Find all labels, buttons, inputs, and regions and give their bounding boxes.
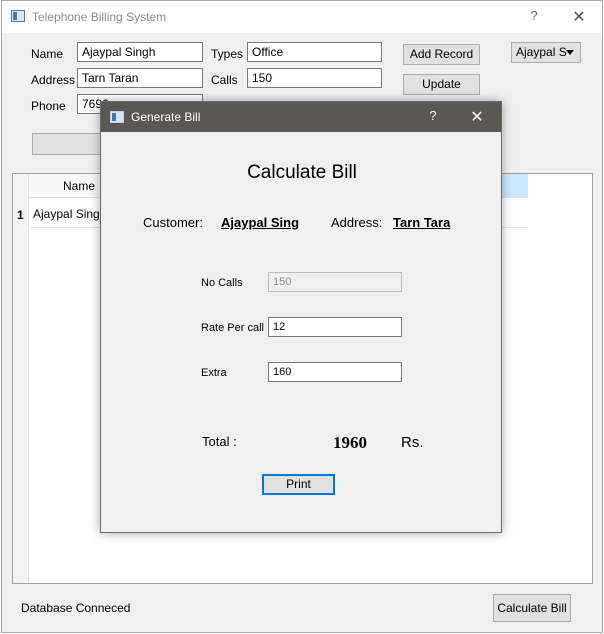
dialog-title: Generate Bill [131, 110, 201, 124]
total-label: Total : [202, 434, 237, 449]
dialog-titlebar: Generate Bill ? ✕ [101, 102, 501, 132]
status-text: Database Conneced [21, 601, 131, 615]
no-calls-label: No Calls [201, 277, 243, 289]
row-number: 1 [17, 208, 24, 222]
customer-value: Ajaypal Sing [221, 215, 300, 230]
customer-select-value: Ajaypal S [516, 45, 567, 59]
calculate-bill-button[interactable]: Calculate Bill [493, 594, 571, 622]
name-field[interactable]: Ajaypal Singh [77, 42, 203, 62]
main-titlebar: Telephone Billing System ? ✕ [2, 1, 602, 33]
total-unit: Rs. [401, 434, 424, 451]
address-value-dialog: Tarn Tara [393, 215, 451, 230]
rate-per-call-label: Rate Per call [201, 322, 264, 334]
app-icon [11, 10, 25, 22]
column-header-name[interactable]: Name [63, 179, 95, 193]
rate-per-call-field[interactable]: 12 [268, 317, 402, 337]
dialog-help-icon[interactable]: ? [425, 108, 441, 123]
types-label: Types [211, 47, 244, 61]
name-label: Name [31, 47, 64, 61]
extra-label: Extra [201, 367, 227, 379]
print-button[interactable]: Print [262, 474, 335, 495]
update-button[interactable]: Update [403, 74, 480, 95]
dialog-app-icon [110, 111, 124, 123]
cell-name: Ajaypal Singh [33, 207, 107, 221]
window-title: Telephone Billing System [32, 10, 167, 24]
address-field[interactable]: Tarn Taran [77, 68, 203, 88]
customer-label: Customer: [143, 215, 203, 230]
dialog-close-icon[interactable]: ✕ [468, 107, 486, 127]
total-value: 1960 [333, 433, 367, 452]
add-record-button[interactable]: Add Record [403, 44, 480, 65]
row-header-column [13, 174, 29, 583]
address-label-dialog: Address: [331, 215, 383, 230]
calls-field[interactable]: 150 [247, 68, 382, 88]
no-calls-field: 150 [268, 272, 402, 292]
extra-field[interactable]: 160 [268, 362, 402, 382]
close-icon[interactable]: ✕ [570, 7, 588, 27]
calls-label: Calls [211, 73, 238, 87]
chevron-down-icon [566, 50, 574, 55]
customer-select[interactable]: Ajaypal S [511, 42, 581, 63]
types-field[interactable]: Office [247, 42, 382, 62]
phone-label: Phone [31, 99, 66, 113]
partially-hidden-button[interactable] [32, 133, 102, 155]
dialog-heading: Calculate Bill [247, 162, 357, 183]
generate-bill-dialog: Generate Bill ? ✕ Calculate Bill Custome… [100, 101, 502, 533]
help-icon[interactable]: ? [526, 8, 542, 26]
address-label: Address [31, 73, 76, 87]
